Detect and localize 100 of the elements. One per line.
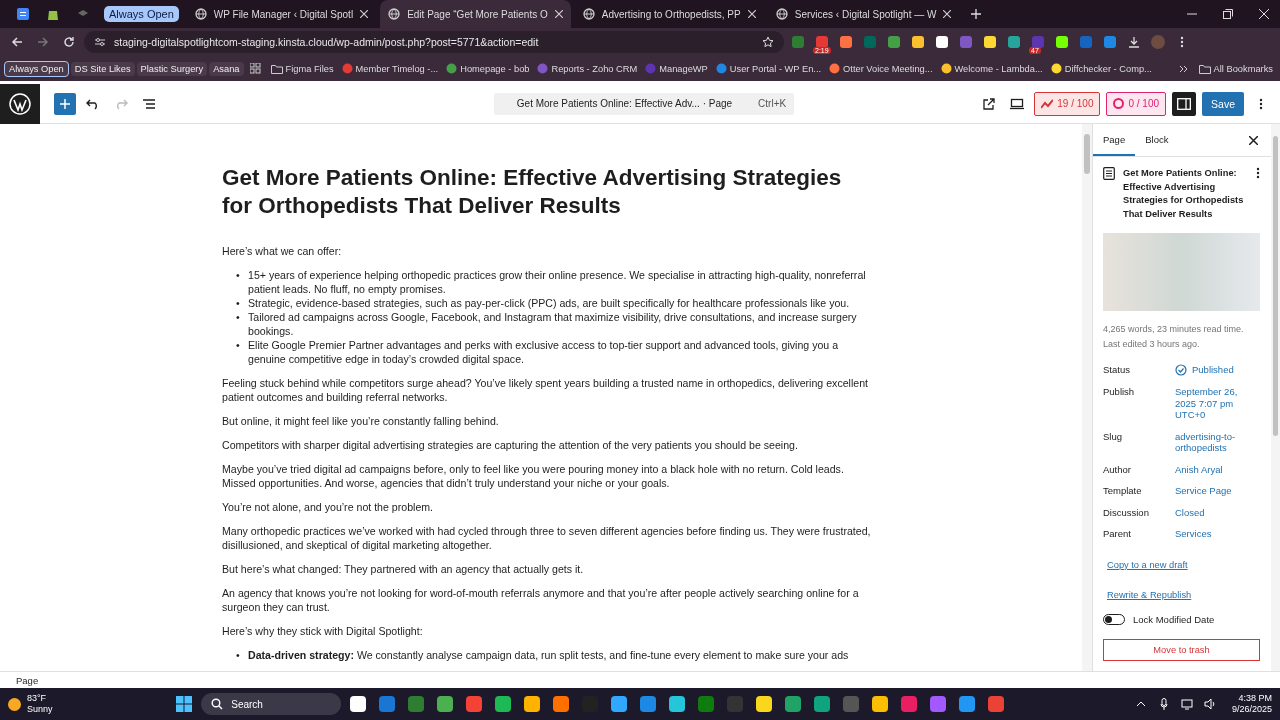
wordpress-logo[interactable]: [0, 83, 40, 124]
seo-score-button[interactable]: 19 / 100: [1034, 91, 1101, 116]
site-settings-icon[interactable]: [94, 36, 106, 48]
new-tab-icon[interactable]: [971, 9, 982, 19]
tab-title: Edit Page “Get More Patients O: [407, 8, 548, 20]
field-value-link[interactable]: Anish Aryal: [1175, 463, 1260, 475]
extension-icon[interactable]: [1055, 35, 1069, 49]
command-bar[interactable]: Get More Patients Online: Effective Adv... · Page Ctrl+K: [494, 92, 795, 115]
browser-tab[interactable]: WP File Manager ‹ Digital Spotl: [186, 0, 377, 28]
bookmark-link[interactable]: Diffchecker - Comp...: [1047, 63, 1155, 74]
bookmark-link[interactable]: ManageWP: [642, 63, 711, 74]
close-icon[interactable]: [943, 10, 952, 18]
field-value-link[interactable]: Closed: [1175, 506, 1260, 518]
bookmark-group[interactable]: Asana: [209, 61, 244, 76]
bookmark-group[interactable]: Plastic Surgery: [136, 61, 208, 76]
star-icon[interactable]: [762, 36, 774, 48]
action-link[interactable]: Rewrite & Republish: [1107, 589, 1260, 600]
tab-group-label[interactable]: Always Open: [104, 6, 179, 22]
page-title: Get More Patients Online: Effective Advertising Strategies for Orthopedists That Deliver Results: [1123, 167, 1245, 221]
bookmark-link[interactable]: Member Timelog -...: [338, 63, 442, 74]
list-item[interactable]: Strategic, evidence-based strategies, such as pay-per-click (PPC) ads, are built specifically for healthcare professionals like you.: [248, 296, 872, 310]
list-item[interactable]: Tailored ad campaigns across Google, Facebook, and Instagram that maximize visibility, drive consultations, and increase surgery bookings.: [248, 310, 872, 338]
scrollbar[interactable]: [1271, 124, 1280, 671]
toggle-switch[interactable]: [1103, 613, 1125, 625]
breadcrumb-text: Page: [16, 674, 39, 686]
field-label: Template: [1103, 485, 1143, 497]
extension-icon[interactable]: [815, 35, 829, 49]
paragraph[interactable]: Competitors with sharper digital advertising strategies are capturing the attention of the very patients you should be seeing.: [222, 438, 872, 452]
browser-tab[interactable]: Advertising to Orthopedists, PP: [574, 0, 764, 28]
folder-icon: [270, 63, 283, 74]
bookmark-folder[interactable]: All Bookmarks: [1195, 63, 1276, 74]
field-label: Discussion: [1103, 506, 1150, 518]
sidebar-tab[interactable]: Page: [1093, 124, 1136, 156]
paragraph[interactable]: But here’s what changed: They partnered with an agency that actually gets it.: [222, 562, 872, 576]
list-item[interactable]: Elite Google Premier Partner advantages and perks with exclusive access to top-tier support and advanced tools, giving you a genuine competitive edge in today’s crowded digital space.: [248, 338, 872, 366]
field-value-link[interactable]: Service Page: [1175, 485, 1260, 497]
close-icon[interactable]: [360, 10, 369, 18]
bookmark-link[interactable]: Reports - Zoho CRM: [534, 63, 641, 74]
ring-icon: [1113, 98, 1125, 109]
site-icon: [940, 63, 952, 74]
bookmark-folder[interactable]: Figma Files: [267, 63, 337, 74]
check-circle-icon: [1175, 364, 1187, 376]
paragraph[interactable]: But online, it might feel like you’re constantly falling behind.: [222, 414, 872, 428]
taskbar-search[interactable]: Search: [201, 693, 342, 715]
sidebar-tab[interactable]: Block: [1135, 124, 1179, 156]
extension-icon[interactable]: [935, 35, 949, 49]
bullet: •: [236, 296, 241, 310]
field-label: Author: [1103, 463, 1132, 475]
field-label: Status: [1103, 364, 1131, 376]
list-item[interactable]: 15+ years of experience helping orthopedic practices grow their online presence. We specialise in attracting high-quality, nonreferral patient leads. No fluff, no empty promises.: [248, 268, 872, 296]
list-item[interactable]: Data-driven strategy: We constantly analyse campaign data, run split tests, and fine-tune every element to make sure your ads: [248, 648, 872, 662]
plus-icon: [59, 97, 71, 110]
scrollbar[interactable]: [1082, 124, 1092, 671]
bookmark-link[interactable]: User Portal - WP En...: [712, 63, 825, 74]
sun-icon: [8, 697, 21, 711]
start-icon[interactable]: [176, 696, 193, 712]
readability-score-button[interactable]: 0 / 100: [1106, 91, 1167, 116]
bullet: •: [236, 268, 241, 283]
globe-icon: [194, 8, 207, 20]
field-value-link[interactable]: September 26, 2025 7:07 pm UTC+0: [1175, 386, 1260, 421]
save-button[interactable]: Save: [1202, 91, 1244, 116]
shortcut-text: Ctrl+K: [758, 98, 787, 109]
word-count-text: 4,265 words, 23 minutes read time.: [1103, 323, 1245, 336]
weather-text: Sunny: [27, 704, 53, 715]
action-link[interactable]: Copy to a new draft: [1107, 559, 1260, 570]
browser-tab[interactable]: Services ‹ Digital Spotlight — W: [767, 0, 960, 28]
paragraph[interactable]: Maybe you’ve tried digital ad campaigns before, only to feel like you were pouring money into a black hole with no return. Cold leads. Missed opportunities. And worse, agencies that didn’t truly understand your niche or your goals.: [222, 462, 872, 490]
bookmark-link[interactable]: Otter Voice Meeting...: [826, 63, 936, 74]
close-icon[interactable]: [747, 10, 756, 18]
paragraph[interactable]: Here’s why they stick with Digital Spotlight:: [222, 624, 872, 638]
extension-icon[interactable]: [983, 35, 997, 49]
paragraph[interactable]: An agency that knows you’re not looking for word-of-mouth referrals anymore and that you’re after people actively searching online for a surgeon they can trust.: [222, 586, 872, 614]
url-text: staging-digitalspotlightcom-staging.kinsta.cloud/wp-admin/post.php?post=5771&action=edit: [114, 36, 539, 48]
close-icon[interactable]: [554, 10, 563, 18]
bookmark-group[interactable]: Always Open: [4, 60, 69, 77]
paragraph[interactable]: Many orthopedic practices we’ve worked with had cycled through three to seven different agencies before finding us. They were frustrated, disillusioned, and skeptical of digital marketing altogether.: [222, 524, 872, 552]
status-link[interactable]: Published: [1175, 364, 1260, 376]
bookmark-link[interactable]: Welcome - Lambda...: [937, 63, 1046, 74]
extension-icon[interactable]: [911, 35, 925, 49]
site-icon: [829, 63, 841, 74]
field-value-link[interactable]: advertising-to-orthopedists: [1175, 430, 1260, 454]
site-icon: [341, 63, 353, 74]
field-value-link[interactable]: Services: [1175, 528, 1260, 540]
move-to-trash-button[interactable]: Move to trash: [1103, 638, 1260, 661]
sidebar-toggle-icon[interactable]: [1172, 91, 1197, 116]
status-text: Published: [1192, 364, 1234, 376]
paragraph[interactable]: You’re not alone, and you’re not the problem.: [222, 500, 872, 514]
post-title[interactable]: Get More Patients Online: Effective Advertising Strategies for Orthopedists That Deliver Results: [222, 164, 862, 220]
address-bar[interactable]: staging-digitalspotlightcom-staging.kinsta.cloud/wp-admin/post.php?post=5771&action=edit: [84, 31, 784, 53]
toggle-label: Lock Modified Date: [1133, 613, 1215, 625]
options-icon[interactable]: [1256, 167, 1260, 179]
bookmark-group[interactable]: DS Site Likes: [70, 61, 135, 76]
clock-time: 4:38 PM: [1238, 693, 1272, 704]
clock-date: 9/26/2025: [1231, 704, 1272, 715]
bookmark-link[interactable]: Homepage - bob: [443, 63, 533, 74]
paragraph[interactable]: Here’s what we can offer:: [222, 244, 872, 258]
add-block-button[interactable]: [54, 92, 76, 115]
field-label: Parent: [1103, 528, 1132, 540]
browser-tab[interactable]: Edit Page “Get More Patients O: [380, 0, 571, 28]
paragraph[interactable]: Feeling stuck behind while competitors surge ahead? You’ve likely spent years building a trusted name in orthopedics, delivering excellent patient outcomes and building referral networks.: [222, 376, 872, 404]
